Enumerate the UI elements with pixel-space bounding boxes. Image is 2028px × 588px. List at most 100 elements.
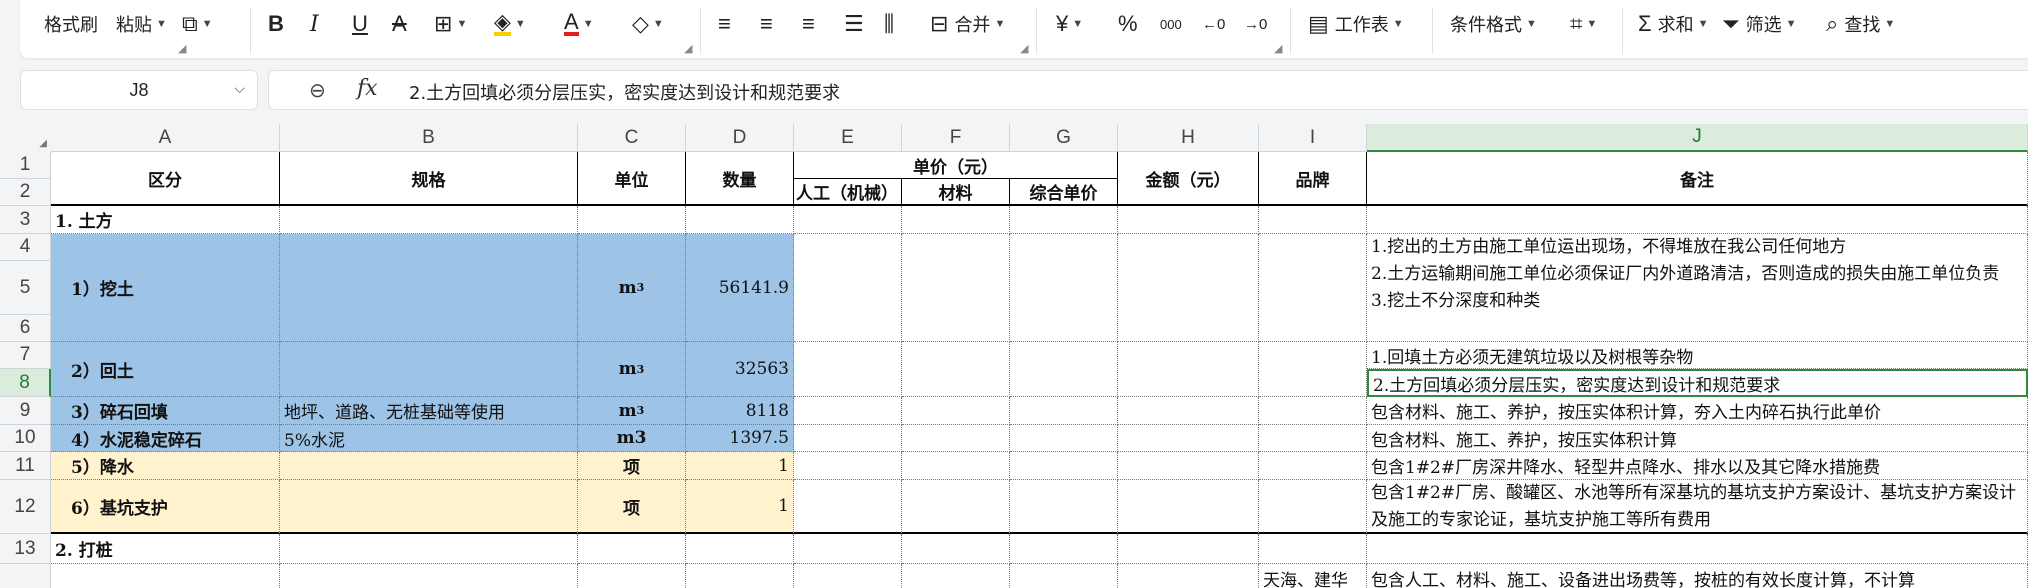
select-all-corner[interactable]: ◢ [0,124,52,153]
cell[interactable] [1367,534,2028,564]
cell[interactable] [1010,397,1118,425]
item-unit[interactable]: m3 [578,234,686,342]
italic-button[interactable]: I [310,0,319,48]
section-piling[interactable]: 2. 打桩 [51,534,280,564]
header-amount[interactable]: 金额（元） [1118,152,1259,206]
header-unit[interactable]: 单位 [578,152,686,206]
cell[interactable] [51,564,280,588]
piling-brand[interactable]: 天海、建华 [1259,564,1367,588]
item-name[interactable]: 4）水泥稳定碎石 [51,425,280,452]
cell[interactable] [280,534,578,564]
find-button[interactable]: ⌕ 查找 ▼ [1826,0,1895,48]
cell[interactable] [794,206,902,234]
remarks-dewater[interactable]: 包含1#2#厂房深井降水、轻型井点降水、排水以及其它降水措施费 [1367,452,2028,480]
alignment-dialog-launcher-icon[interactable]: ◢ [1020,42,1028,55]
cell[interactable] [686,564,794,588]
item-unit[interactable]: 项 [578,480,686,534]
item-unit[interactable]: m3 [578,397,686,425]
cell[interactable] [1010,564,1118,588]
cell[interactable] [1010,206,1118,234]
cell[interactable] [1259,534,1367,564]
align-right-button[interactable]: ≡ [802,0,815,48]
cell[interactable] [1010,342,1118,397]
thousands-separator-button[interactable]: 000 [1160,0,1182,48]
cell[interactable] [578,564,686,588]
bold-button[interactable]: B [268,0,284,48]
cell[interactable] [1118,534,1259,564]
cell[interactable] [1118,397,1259,425]
header-spec[interactable]: 规格 [280,152,578,206]
merge-button[interactable]: ⊟ 合并 ▼ [930,0,1005,48]
cell[interactable] [794,564,902,588]
cell[interactable] [280,206,578,234]
strikethrough-button[interactable]: A [392,0,407,48]
distributed-align-button[interactable]: ⫼ [884,0,894,48]
cell[interactable] [1118,564,1259,588]
item-qty[interactable]: 32563 [686,342,794,397]
header-combined-price[interactable]: 综合单价 [1010,179,1118,206]
paste-special-button[interactable]: ⧉ ▼ [182,0,213,48]
cell[interactable] [1259,342,1367,397]
item-name[interactable]: 2）回土 [51,342,280,397]
formula-input[interactable]: 2.土方回填必须分层压实，密实度达到设计和规范要求 [409,79,840,105]
cell[interactable] [794,234,902,342]
item-name[interactable]: 1）挖土 [51,234,280,342]
row-header-11[interactable]: 11 [0,452,51,480]
borders-button[interactable]: ⊞ ▼ [434,0,467,48]
remarks-piling[interactable]: 包含人工、材料、施工、设备进出场费等，按桩的有效长度计算，不计算 [1367,564,2028,588]
row-header-7[interactable]: 7 [0,342,51,369]
row-header-3[interactable]: 3 [0,206,51,234]
row-header-10[interactable]: 10 [0,425,51,452]
sum-button[interactable]: Σ 求和 ▼ [1638,0,1709,48]
percent-format-button[interactable]: % [1118,0,1138,48]
item-unit[interactable]: m3 [578,425,686,452]
header-labor[interactable]: 人工（机械） [794,179,902,206]
cell[interactable] [686,206,794,234]
header-qty[interactable]: 数量 [686,152,794,206]
cell[interactable] [1010,425,1118,452]
item-spec[interactable]: 地坪、道路、无桩基础等使用 [280,397,578,425]
cell[interactable] [1118,480,1259,534]
item-spec[interactable] [280,342,578,397]
chevron-down-icon[interactable]: ⌵ [234,80,245,97]
remarks-backfill-1[interactable]: 1.回填土方必须无建筑垃圾以及树根等杂物 [1367,342,2028,369]
font-dialog-launcher-icon[interactable]: ◢ [684,42,692,55]
cell[interactable] [1259,480,1367,534]
cell[interactable] [1118,452,1259,480]
header-material[interactable]: 材料 [902,179,1010,206]
cell[interactable] [578,534,686,564]
item-spec[interactable] [280,452,578,480]
column-header-a[interactable]: A [51,124,280,152]
item-qty[interactable]: 8118 [686,397,794,425]
row-header-6[interactable]: 6 [0,315,51,342]
row-header-2[interactable]: 2 [0,179,51,206]
remarks-support[interactable]: 包含1#2#厂房、酸罐区、水池等所有深基坑的基坑支护方案设计、基坑支护方案设计及… [1367,480,2028,534]
zoom-search-icon[interactable]: ⊖ [309,78,326,103]
cell[interactable] [1367,206,2028,234]
cell[interactable] [794,534,902,564]
item-name[interactable]: 6）基坑支护 [51,480,280,534]
column-header-f[interactable]: F [902,124,1010,152]
cell[interactable] [1010,534,1118,564]
cell[interactable] [1010,480,1118,534]
format-painter-button[interactable]: 格式刷 [44,0,98,48]
header-region[interactable]: 区分 [51,152,280,206]
column-header-d[interactable]: D [686,124,794,152]
cell[interactable] [902,480,1010,534]
cell[interactable] [794,342,902,397]
remarks-cement[interactable]: 包含材料、施工、养护，按压实体积计算 [1367,425,2028,452]
remarks-dig[interactable]: 1.挖出的土方由施工单位运出现场，不得堆放在我公司任何地方 2.土方运输期间施工… [1367,234,2028,342]
item-qty[interactable]: 1 [686,480,794,534]
cell[interactable] [1010,452,1118,480]
item-spec[interactable] [280,480,578,534]
column-header-j[interactable]: J [1367,124,2028,152]
remarks-gravel[interactable]: 包含材料、施工、养护，按压实体积计算，夯入土内碎石执行此单价 [1367,397,2028,425]
row-header-12[interactable]: 12 [0,480,51,534]
cell[interactable] [1118,342,1259,397]
decrease-decimal-button[interactable]: →0 [1244,0,1267,48]
cell[interactable] [794,480,902,534]
cell[interactable] [1118,234,1259,342]
row-header-4[interactable]: 4 [0,234,51,261]
active-cell-j8[interactable]: 2.土方回填必须分层压实，密实度达到设计和规范要求 [1367,369,2028,397]
fill-color-button[interactable]: ◈ ▼ [494,0,526,48]
